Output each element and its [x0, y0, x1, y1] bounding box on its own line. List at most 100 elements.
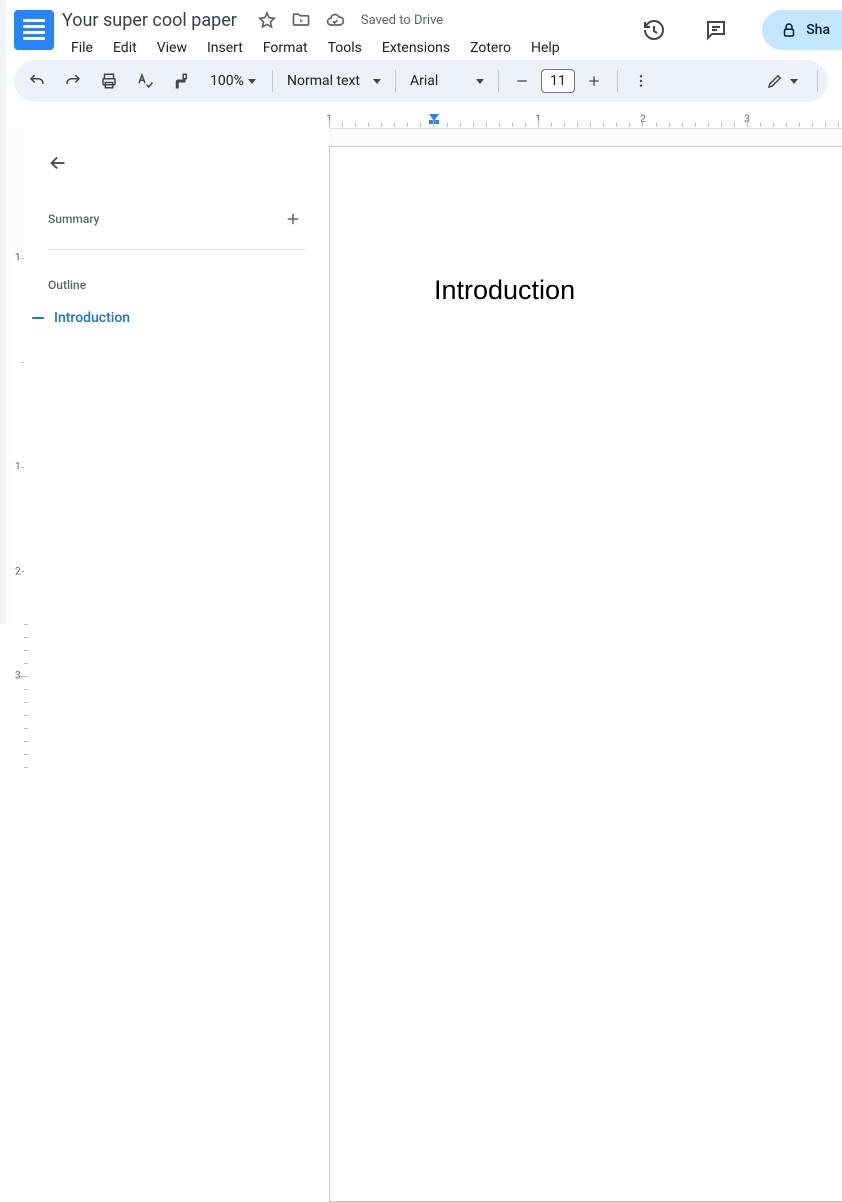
- document-title[interactable]: Your super cool paper: [62, 10, 237, 31]
- ruler-tick: [786, 123, 787, 127]
- ruler-number: 1: [15, 462, 21, 473]
- ruler-tick: [473, 123, 474, 127]
- ruler-tick: [812, 123, 813, 127]
- save-status-text: Saved to Drive: [361, 13, 443, 28]
- ruler-tick: [603, 123, 604, 127]
- editing-mode-button[interactable]: [757, 65, 807, 97]
- menu-help[interactable]: Help: [522, 36, 569, 60]
- version-history-icon[interactable]: [634, 10, 674, 50]
- outline-section-label: Outline: [48, 278, 329, 292]
- comments-icon[interactable]: [696, 10, 736, 50]
- zoom-value: 100%: [210, 73, 244, 89]
- chevron-down-icon: [248, 79, 256, 84]
- toolbar-separator: [617, 70, 618, 92]
- chevron-down-icon: [373, 79, 381, 84]
- redo-button[interactable]: [56, 65, 90, 97]
- ruler-number: 3: [15, 671, 21, 682]
- menu-extensions[interactable]: Extensions: [373, 36, 459, 60]
- window-left-strip: [0, 0, 6, 624]
- paint-format-button[interactable]: [164, 65, 198, 97]
- font-value: Arial: [410, 73, 438, 89]
- spellcheck-button[interactable]: [128, 65, 162, 97]
- ruler-tick: [433, 120, 434, 127]
- ruler-tick: [656, 123, 657, 127]
- ruler-tick: [342, 123, 343, 127]
- close-outline-button[interactable]: [38, 143, 78, 183]
- ruler-tick: [329, 120, 330, 127]
- ruler-tick: [512, 123, 513, 127]
- ruler-tick: [773, 123, 774, 127]
- move-folder-icon[interactable]: [291, 10, 311, 30]
- arrow-left-icon: [47, 152, 69, 174]
- ruler-tick: [24, 767, 28, 768]
- ruler-tick: [355, 123, 356, 127]
- menu-insert[interactable]: Insert: [198, 36, 252, 60]
- chevron-down-icon: [476, 79, 484, 84]
- more-toolbar-button[interactable]: [624, 65, 658, 97]
- menu-zotero[interactable]: Zotero: [461, 36, 520, 60]
- pencil-icon: [766, 72, 784, 90]
- ruler-number: 2: [15, 567, 21, 578]
- ruler-tick: [24, 637, 28, 638]
- ruler-tick: [825, 123, 826, 127]
- toolbar-separator: [395, 70, 396, 92]
- paragraph-style-selector[interactable]: Normal text: [279, 73, 389, 89]
- star-icon[interactable]: [257, 10, 277, 30]
- chevron-down-icon: [790, 79, 798, 84]
- font-selector[interactable]: Arial: [402, 73, 492, 89]
- add-summary-button[interactable]: [281, 207, 305, 231]
- menu-view[interactable]: View: [148, 36, 196, 60]
- document-heading[interactable]: Introduction: [434, 275, 842, 306]
- ruler-tick: [24, 663, 28, 664]
- share-button[interactable]: Sha: [762, 10, 842, 50]
- zoom-selector[interactable]: 100%: [200, 73, 266, 89]
- ruler-tick: [420, 123, 421, 127]
- toolbar: 100% Normal text Arial 11: [14, 60, 828, 102]
- ruler-tick: [642, 120, 643, 127]
- ruler-tick: [24, 715, 28, 716]
- decrease-font-size-button[interactable]: [505, 65, 539, 97]
- outline-panel: Summary Outline Introduction: [24, 129, 329, 624]
- app-header: Your super cool paper Saved to Drive Fil…: [0, 0, 842, 60]
- toolbar-separator: [817, 70, 818, 92]
- ruler-tick: [708, 123, 709, 127]
- ruler-tick: [381, 123, 382, 127]
- ruler-tick: [460, 123, 461, 127]
- ruler-tick: [799, 123, 800, 127]
- ruler-tick: [394, 123, 395, 127]
- ruler-number: 1: [15, 253, 21, 264]
- undo-button[interactable]: [20, 65, 54, 97]
- menu-format[interactable]: Format: [254, 36, 317, 60]
- ruler-tick: [551, 123, 552, 127]
- increase-font-size-button[interactable]: [577, 65, 611, 97]
- print-button[interactable]: [92, 65, 126, 97]
- ruler-tick: [24, 728, 28, 729]
- ruler-tick: [24, 754, 28, 755]
- menu-bar: File Edit View Insert Format Tools Exten…: [62, 36, 569, 60]
- lock-icon: [780, 21, 798, 39]
- ruler-tick: [24, 741, 28, 742]
- menu-tools[interactable]: Tools: [319, 36, 371, 60]
- ruler-tick: [629, 123, 630, 127]
- ruler-tick: [447, 123, 448, 127]
- docs-app-icon[interactable]: [14, 10, 54, 50]
- ruler-tick: [838, 123, 839, 127]
- ruler-tick: [669, 123, 670, 127]
- ruler-tick: [368, 123, 369, 127]
- summary-label: Summary: [48, 212, 100, 226]
- ruler-tick: [21, 676, 28, 677]
- ruler-tick: [24, 650, 28, 651]
- font-size-input[interactable]: 11: [541, 69, 575, 93]
- menu-edit[interactable]: Edit: [104, 36, 146, 60]
- ruler-tick: [590, 123, 591, 127]
- share-button-label: Sha: [806, 22, 830, 38]
- menu-file[interactable]: File: [62, 36, 102, 60]
- document-page[interactable]: Introduction: [329, 146, 842, 1202]
- cloud-saved-icon[interactable]: [325, 10, 345, 30]
- ruler-tick: [616, 123, 617, 127]
- ruler-tick: [577, 123, 578, 127]
- paragraph-style-value: Normal text: [287, 73, 360, 89]
- ruler-tick: [564, 123, 565, 127]
- outline-item-introduction[interactable]: Introduction: [32, 310, 329, 326]
- horizontal-ruler[interactable]: 1 1 2 3: [329, 113, 842, 129]
